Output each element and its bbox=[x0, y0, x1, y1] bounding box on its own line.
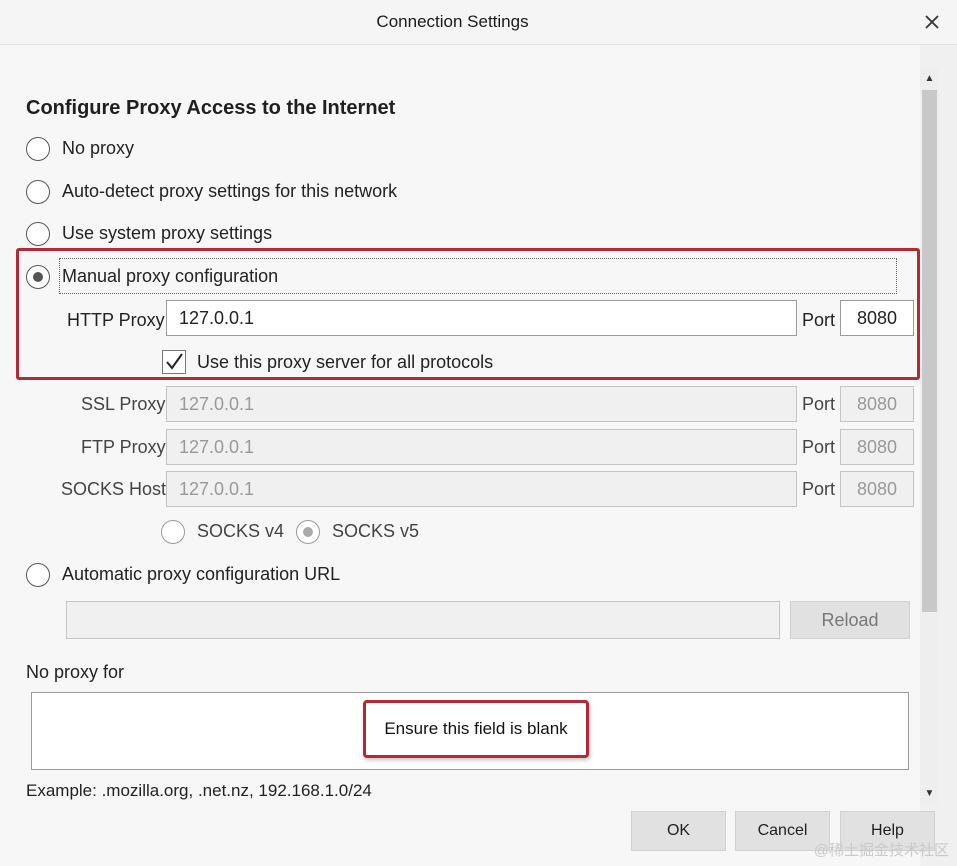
ftp-port-input[interactable]: 8080 bbox=[840, 429, 914, 465]
ssl-port-input[interactable]: 8080 bbox=[840, 386, 914, 422]
scroll-thumb[interactable] bbox=[922, 90, 937, 612]
ftp-proxy-input[interactable]: 127.0.0.1 bbox=[166, 429, 797, 465]
system-proxy-radio[interactable] bbox=[26, 222, 50, 246]
reload-button[interactable]: Reload bbox=[790, 601, 910, 639]
radio-selected-dot bbox=[33, 272, 43, 282]
http-proxy-label: HTTP Proxy bbox=[67, 310, 165, 330]
scroll-down-icon[interactable]: ▼ bbox=[922, 785, 937, 803]
ssl-port-label: Port bbox=[802, 394, 836, 414]
checkmark-icon bbox=[166, 353, 183, 370]
http-port-label: Port bbox=[802, 310, 836, 330]
no-proxy-label[interactable]: No proxy bbox=[62, 138, 134, 159]
auto-url-input[interactable] bbox=[66, 601, 780, 639]
use-all-label[interactable]: Use this proxy server for all protocols bbox=[197, 352, 493, 373]
auto-url-radio[interactable] bbox=[26, 563, 50, 587]
socks-v5-label[interactable]: SOCKS v5 bbox=[332, 521, 419, 542]
ftp-port-label: Port bbox=[802, 437, 836, 457]
close-icon[interactable] bbox=[917, 7, 947, 37]
ssl-proxy-label: SSL Proxy bbox=[81, 394, 166, 414]
auto-url-label[interactable]: Automatic proxy configuration URL bbox=[62, 564, 340, 585]
section-heading: Configure Proxy Access to the Internet bbox=[26, 97, 396, 119]
socks-v5-radio[interactable] bbox=[296, 520, 320, 544]
no-proxy-radio[interactable] bbox=[26, 137, 50, 161]
socks-port-label: Port bbox=[802, 479, 836, 499]
socks-v4-radio[interactable] bbox=[161, 520, 185, 544]
ftp-proxy-label: FTP Proxy bbox=[81, 437, 166, 457]
auto-detect-label[interactable]: Auto-detect proxy settings for this netw… bbox=[62, 181, 397, 202]
radio-selected-dot bbox=[303, 527, 313, 537]
socks-host-input[interactable]: 127.0.0.1 bbox=[166, 471, 797, 507]
window-title: Connection Settings bbox=[376, 12, 529, 31]
scroll-up-icon[interactable]: ▲ bbox=[922, 70, 937, 88]
system-proxy-label[interactable]: Use system proxy settings bbox=[62, 223, 272, 244]
auto-detect-radio[interactable] bbox=[26, 180, 50, 204]
title-bar: Connection Settings bbox=[0, 0, 957, 45]
ok-button[interactable]: OK bbox=[631, 811, 726, 851]
http-port-input[interactable]: 8080 bbox=[840, 300, 914, 336]
ssl-proxy-input[interactable]: 127.0.0.1 bbox=[166, 386, 797, 422]
http-proxy-input[interactable]: 127.0.0.1 bbox=[166, 300, 797, 336]
manual-proxy-label[interactable]: Manual proxy configuration bbox=[62, 266, 278, 287]
socks-port-input[interactable]: 8080 bbox=[840, 471, 914, 507]
watermark: @稀土掘金技术社区 bbox=[813, 842, 949, 859]
scrollbar[interactable]: ▲ ▼ bbox=[920, 68, 939, 805]
use-all-checkbox[interactable] bbox=[162, 350, 186, 374]
manual-proxy-radio[interactable] bbox=[26, 265, 50, 289]
annotation-callout: Ensure this field is blank bbox=[363, 700, 589, 758]
no-proxy-for-label: No proxy for bbox=[26, 662, 125, 682]
socks-host-label: SOCKS Host bbox=[61, 479, 167, 499]
no-proxy-example: Example: .mozilla.org, .net.nz, 192.168.… bbox=[26, 781, 372, 800]
socks-v4-label[interactable]: SOCKS v4 bbox=[197, 521, 284, 542]
